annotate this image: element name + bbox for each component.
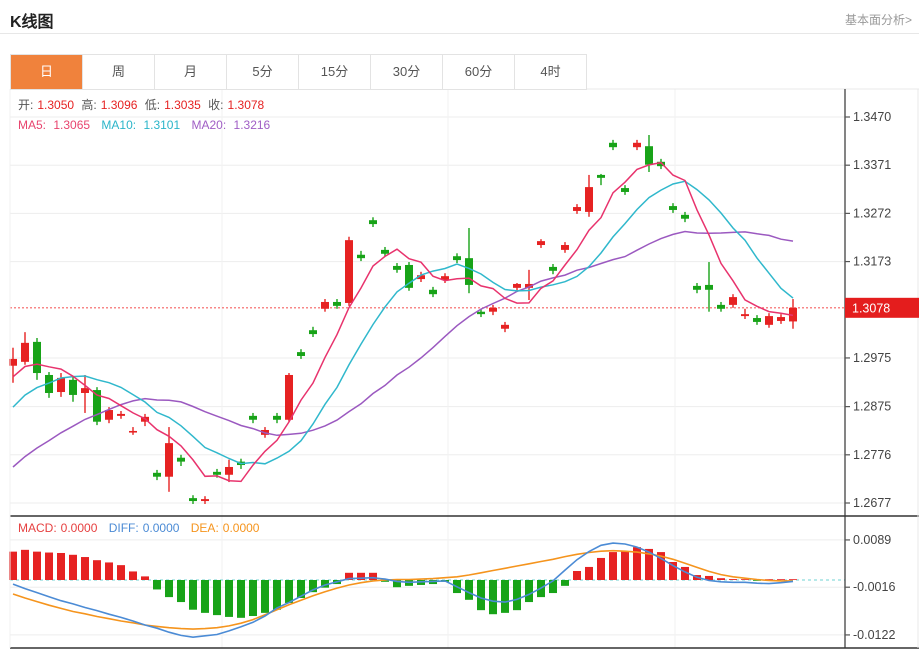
tab-60min[interactable]: 60分	[443, 55, 515, 89]
svg-text:1.2875: 1.2875	[853, 400, 891, 414]
svg-text:1.2776: 1.2776	[853, 448, 891, 462]
svg-text:1.2975: 1.2975	[853, 351, 891, 365]
ma5-legend: MA5: 1.3065	[18, 118, 94, 132]
high-label: 高:	[81, 98, 96, 112]
svg-text:1.3371: 1.3371	[853, 158, 891, 172]
svg-text:1.3272: 1.3272	[853, 206, 891, 220]
macd-value-legend: MACD:0.0000	[18, 521, 101, 535]
close-label: 收:	[208, 98, 223, 112]
close-value: 1.3078	[228, 98, 265, 112]
tab-30min[interactable]: 30分	[371, 55, 443, 89]
tab-week[interactable]: 周	[83, 55, 155, 89]
chart-frame	[10, 89, 919, 648]
svg-text:-0.0016: -0.0016	[853, 580, 895, 594]
macd-legend: MACD:0.0000 DIFF:0.0000 DEA:0.0000	[18, 521, 267, 535]
dea-value-legend: DEA:0.0000	[191, 521, 264, 535]
price-badge-value: 1.3078	[852, 301, 890, 315]
svg-text:-0.0122: -0.0122	[853, 628, 895, 642]
ma5-line	[13, 163, 793, 482]
page-title: K线图	[10, 8, 54, 32]
interval-tabbar: 日 周 月 5分 15分 30分 60分 4时	[10, 54, 587, 90]
tab-15min[interactable]: 15分	[299, 55, 371, 89]
tab-5min[interactable]: 5分	[227, 55, 299, 89]
tab-month[interactable]: 月	[155, 55, 227, 89]
ma20-legend: MA20: 1.3216	[191, 118, 274, 132]
svg-text:1.3173: 1.3173	[853, 255, 891, 269]
svg-text:1.3470: 1.3470	[853, 110, 891, 124]
diff-value-legend: DIFF:0.0000	[109, 521, 184, 535]
gridlines	[10, 89, 845, 648]
tab-day[interactable]: 日	[11, 55, 83, 89]
open-value: 1.3050	[37, 98, 74, 112]
svg-text:1.2677: 1.2677	[853, 496, 891, 510]
fundamental-analysis-link[interactable]: 基本面分析>	[845, 11, 912, 28]
open-label: 开:	[18, 98, 33, 112]
tab-4hour[interactable]: 4时	[515, 55, 586, 89]
kline-widget: 1.3470 1.3371 1.3272 1.3173 1.2975 1.2875 1.27…	[0, 0, 919, 651]
low-value: 1.3035	[164, 98, 201, 112]
ma-legend: MA5: 1.3065 MA10: 1.3101 MA20: 1.3216	[18, 118, 278, 132]
low-label: 低:	[145, 98, 160, 112]
ma10-legend: MA10: 1.3101	[101, 118, 184, 132]
high-value: 1.3096	[101, 98, 138, 112]
candles	[9, 135, 797, 504]
ma10-line	[13, 181, 793, 464]
ohlc-legend: 开: 1.3050 高: 1.3096 低: 1.3035 收: 1.3078	[18, 96, 268, 113]
y-axis-labels: 1.3470 1.3371 1.3272 1.3173 1.2975 1.2875 1.27…	[845, 110, 919, 642]
svg-text:0.0089: 0.0089	[853, 533, 891, 547]
header-divider	[0, 33, 919, 34]
